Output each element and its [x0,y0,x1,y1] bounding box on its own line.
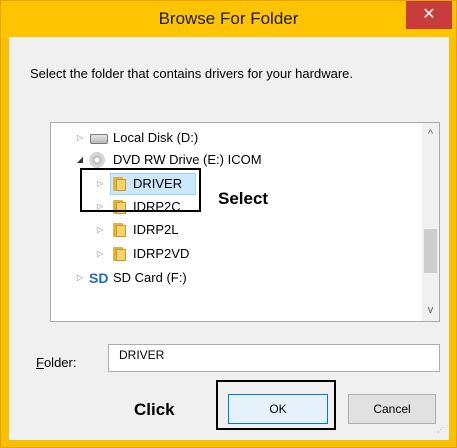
close-button[interactable]: ✕ [406,1,452,29]
tree-item-idrp2l[interactable]: ▷ IDRP2L [51,219,421,241]
cancel-button[interactable]: Cancel [348,394,436,424]
tree-item-label: IDRP2L [133,222,179,237]
title-bar[interactable]: Browse For Folder ✕ [1,1,456,37]
folder-field-label: Folder: [36,355,77,370]
expand-arrow-icon[interactable]: ▷ [95,219,105,241]
window-title: Browse For Folder [158,9,299,28]
tree-item-label: IDRP2VD [133,246,190,261]
dvd-drive-icon [89,152,105,168]
tree-item-sd-card[interactable]: ▷ SD SD Card (F:) [51,267,421,289]
folder-icon [113,223,127,237]
expand-arrow-icon[interactable]: ▷ [75,267,85,289]
scroll-up-icon[interactable]: ^ [422,127,439,141]
select-callout-box [80,168,201,212]
folder-tree-view[interactable]: ▷ Local Disk (D:) ◢ DVD RW Drive (E:) IC… [50,122,440,322]
hard-disk-icon [90,134,108,144]
scroll-thumb[interactable] [424,229,437,273]
sd-card-icon: SD [89,270,109,286]
expand-arrow-icon[interactable]: ▷ [75,127,85,149]
click-callout-label: Click [134,400,175,419]
vertical-scrollbar[interactable]: ^ v [422,123,439,321]
tree-item-label: Local Disk (D:) [113,130,199,145]
scroll-down-icon[interactable]: v [422,303,439,317]
ok-button[interactable]: OK [228,394,328,424]
instruction-text: Select the folder that contains drivers … [30,66,353,81]
expand-arrow-icon[interactable]: ▷ [95,243,105,265]
tree-item-label: SD Card (F:) [113,270,187,285]
close-icon: ✕ [422,4,436,23]
tree-item-idrp2vd[interactable]: ▷ IDRP2VD [51,243,421,265]
select-callout-label: Select [218,189,269,208]
resize-grip-icon[interactable]: ⋰ [437,427,447,438]
folder-input[interactable]: DRIVER [108,344,440,372]
tree-item-local-disk[interactable]: ▷ Local Disk (D:) [51,127,421,149]
folder-icon [113,247,127,261]
